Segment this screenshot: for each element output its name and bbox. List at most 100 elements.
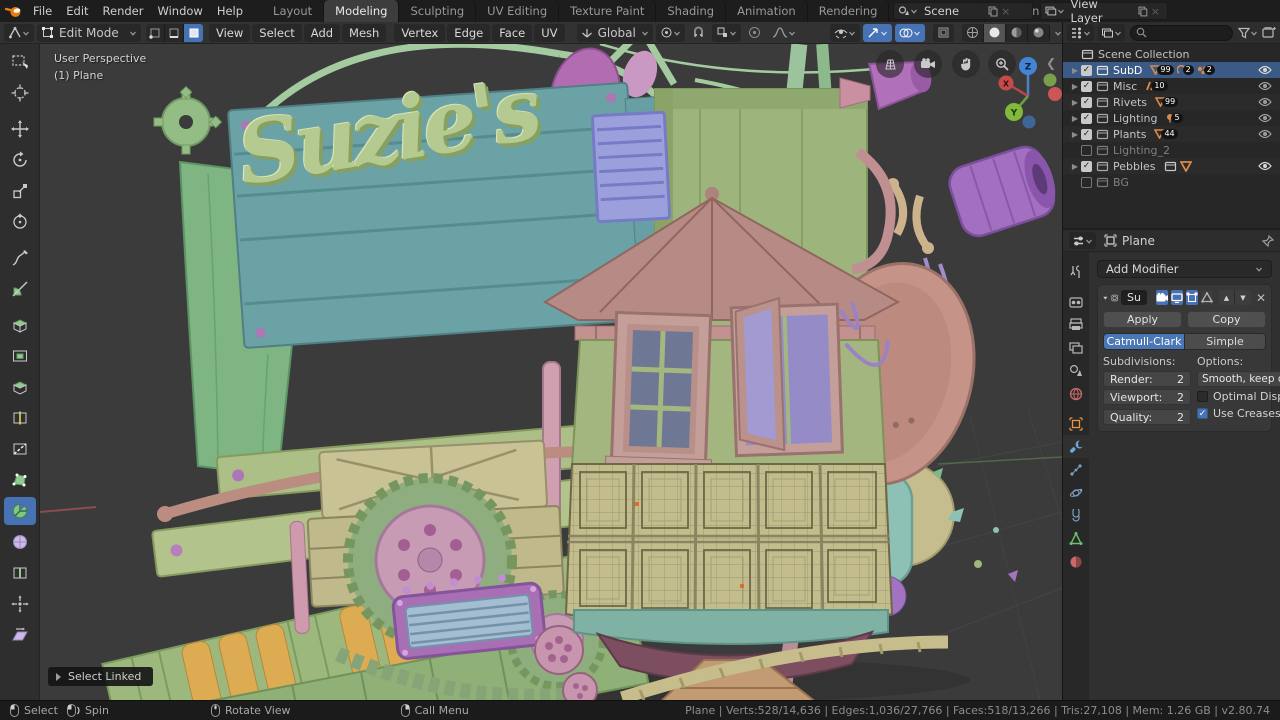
tab-render-icon[interactable] bbox=[1063, 290, 1089, 313]
outliner-root-row[interactable]: ▶ Scene Collection bbox=[1063, 46, 1280, 62]
eye-icon[interactable] bbox=[1258, 161, 1272, 171]
menu-view[interactable]: View bbox=[209, 23, 251, 42]
xray-toggle[interactable] bbox=[933, 23, 954, 42]
use-creases-checkbox[interactable]: ✓ bbox=[1197, 408, 1208, 419]
collection-checkbox[interactable]: ✓ bbox=[1081, 112, 1092, 124]
tool-scale[interactable] bbox=[4, 177, 36, 205]
snap-target-dropdown[interactable] bbox=[711, 23, 741, 42]
tool-bevel[interactable] bbox=[4, 373, 36, 401]
face-select-icon[interactable] bbox=[184, 23, 203, 42]
new-collection-button[interactable] bbox=[1262, 26, 1276, 39]
disclosure-triangle-icon[interactable]: ▶ bbox=[1069, 82, 1081, 91]
optimal-display-checkbox[interactable] bbox=[1197, 391, 1208, 402]
tool-extrude-region[interactable] bbox=[4, 311, 36, 339]
collection-checkbox[interactable]: ✓ bbox=[1081, 96, 1092, 108]
blender-logo-icon[interactable] bbox=[0, 5, 26, 18]
vertex-select-icon[interactable] bbox=[146, 23, 165, 42]
material-preview-icon[interactable] bbox=[1006, 23, 1028, 42]
collection-checkbox[interactable]: ✓ bbox=[1081, 160, 1092, 172]
tab-particles-icon[interactable] bbox=[1063, 458, 1089, 481]
tab-constraints-icon[interactable] bbox=[1063, 504, 1089, 527]
tab-tool-icon[interactable] bbox=[1063, 260, 1089, 283]
tab-modifiers-icon[interactable] bbox=[1063, 435, 1089, 458]
menu-mesh[interactable]: Mesh bbox=[342, 23, 387, 42]
object-visibility-dropdown[interactable] bbox=[830, 23, 860, 42]
outliner-search-input[interactable] bbox=[1130, 24, 1233, 41]
tab-modeling[interactable]: Modeling bbox=[324, 0, 400, 22]
falloff-dropdown[interactable] bbox=[768, 24, 800, 42]
collection-checkbox[interactable] bbox=[1081, 176, 1092, 188]
pin-icon[interactable] bbox=[1262, 234, 1274, 247]
eye-icon[interactable] bbox=[1258, 65, 1272, 75]
collection-checkbox[interactable]: ✓ bbox=[1081, 64, 1092, 76]
menu-vertex[interactable]: Vertex bbox=[394, 23, 446, 42]
simple-option[interactable]: Simple bbox=[1185, 334, 1265, 349]
catmull-clark-option[interactable]: Catmull-Clark bbox=[1104, 334, 1185, 349]
tool-move[interactable] bbox=[4, 115, 36, 143]
eye-icon[interactable] bbox=[1258, 129, 1272, 139]
tool-knife[interactable] bbox=[4, 435, 36, 463]
disclosure-triangle-icon[interactable]: ▶ bbox=[1069, 114, 1081, 123]
mode-dropdown[interactable]: Edit Mode bbox=[37, 23, 141, 42]
outliner-editor-type-button[interactable] bbox=[1067, 24, 1094, 41]
viewport-canvas[interactable]: User Perspective (1) Plane Suzie's Z X Y… bbox=[40, 44, 1062, 700]
snap-toggle[interactable] bbox=[688, 24, 709, 42]
tab-rendering[interactable]: Rendering bbox=[807, 0, 890, 22]
outliner-row-pebbles[interactable]: ▶ ✓ Pebbles bbox=[1063, 158, 1280, 174]
proportional-edit-toggle[interactable] bbox=[744, 24, 765, 42]
menu-help[interactable]: Help bbox=[210, 0, 250, 22]
tab-layout[interactable]: Layout bbox=[262, 0, 325, 22]
pivot-dropdown[interactable] bbox=[655, 23, 685, 42]
copy-icon[interactable] bbox=[1138, 6, 1148, 17]
outliner-row-misc[interactable]: ▶ ✓ Misc 10 bbox=[1063, 78, 1280, 94]
render-field[interactable]: Render: 2 bbox=[1103, 371, 1191, 387]
outliner-row-bg[interactable]: ▶ BG bbox=[1063, 174, 1280, 190]
tab-world-icon[interactable] bbox=[1063, 382, 1089, 405]
filter-button[interactable] bbox=[1238, 27, 1258, 39]
wireframe-shading-icon[interactable] bbox=[962, 23, 984, 42]
disclosure-triangle-icon[interactable]: ▶ bbox=[1069, 98, 1081, 107]
tool-inset-faces[interactable] bbox=[4, 342, 36, 370]
tool-transform[interactable] bbox=[4, 208, 36, 236]
tool-cursor[interactable] bbox=[4, 79, 36, 107]
tab-object-data-icon[interactable] bbox=[1063, 527, 1089, 550]
tab-material-icon[interactable] bbox=[1063, 550, 1089, 573]
eye-icon[interactable] bbox=[1258, 113, 1272, 123]
menu-add[interactable]: Add bbox=[303, 23, 341, 42]
copy-button[interactable]: Copy bbox=[1187, 311, 1266, 328]
unlink-icon[interactable]: × bbox=[998, 5, 1013, 18]
operator-panel[interactable]: Select Linked bbox=[48, 667, 154, 686]
tab-view-layer-icon[interactable] bbox=[1063, 336, 1089, 359]
tab-shading[interactable]: Shading bbox=[656, 0, 727, 22]
tool-smooth[interactable] bbox=[4, 528, 36, 556]
orientation-dropdown[interactable]: Global bbox=[576, 23, 653, 42]
outliner-row-rivets[interactable]: ▶ ✓ Rivets 99 bbox=[1063, 94, 1280, 110]
tool-measure[interactable] bbox=[4, 275, 36, 303]
properties-editor-type-button[interactable] bbox=[1069, 232, 1096, 249]
move-up-icon[interactable]: ▲ bbox=[1218, 290, 1235, 305]
tab-uv-editing[interactable]: UV Editing bbox=[476, 0, 560, 22]
tool-spin[interactable] bbox=[3, 497, 36, 525]
move-down-icon[interactable]: ▼ bbox=[1234, 290, 1251, 305]
tool-poly-build[interactable] bbox=[4, 466, 36, 494]
scene-selector[interactable]: Scene × bbox=[893, 2, 1033, 20]
tab-object-icon[interactable] bbox=[1063, 412, 1089, 435]
tab-animation[interactable]: Animation bbox=[726, 0, 808, 22]
menu-render[interactable]: Render bbox=[96, 0, 151, 22]
disclosure-triangle-icon[interactable]: ▶ bbox=[1069, 130, 1081, 139]
shading-options-chevron-icon[interactable] bbox=[1054, 29, 1062, 37]
menu-uv[interactable]: UV bbox=[534, 23, 565, 42]
collection-checkbox[interactable] bbox=[1081, 144, 1092, 156]
camera-view-button[interactable] bbox=[914, 50, 942, 78]
menu-edge[interactable]: Edge bbox=[447, 23, 491, 42]
apply-button[interactable]: Apply bbox=[1103, 311, 1182, 328]
menu-edit[interactable]: Edit bbox=[59, 0, 95, 22]
use-creases-row[interactable]: ✓ Use Creases bbox=[1197, 406, 1280, 421]
collection-checkbox[interactable]: ✓ bbox=[1081, 80, 1092, 92]
render-toggle[interactable] bbox=[1155, 290, 1168, 305]
tab-texture-paint[interactable]: Texture Paint bbox=[559, 0, 657, 22]
viewport-display-toggle[interactable] bbox=[1170, 290, 1183, 305]
rendered-shading-icon[interactable] bbox=[1028, 23, 1050, 42]
uv-smooth-dropdown[interactable]: Smooth, keep c.. bbox=[1197, 371, 1280, 387]
outliner-row-lighting2[interactable]: ▶ Lighting_2 bbox=[1063, 142, 1280, 158]
